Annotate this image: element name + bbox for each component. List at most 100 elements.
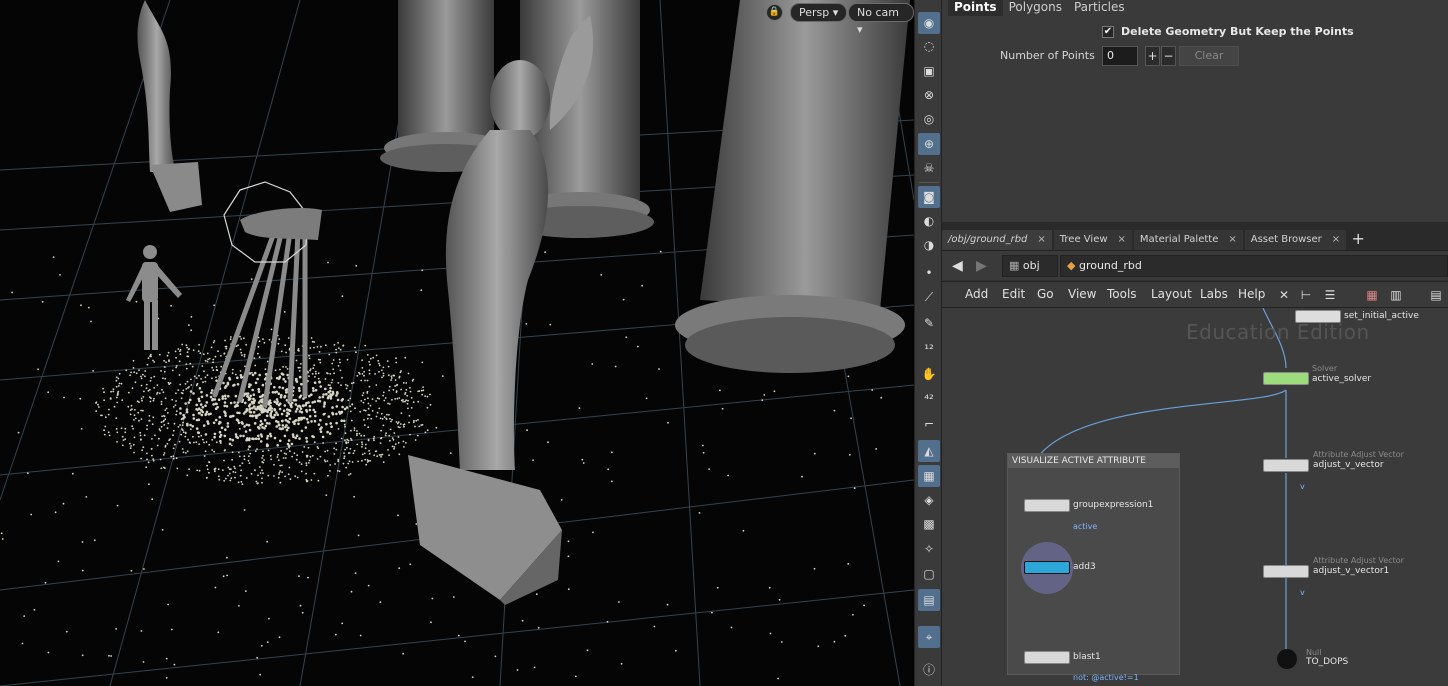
list-icon[interactable]: ☰ xyxy=(1322,287,1338,303)
camera-icon[interactable]: ◙ xyxy=(918,186,940,208)
magnify-icon[interactable]: ◎ xyxy=(918,108,940,130)
close-icon[interactable]: × xyxy=(1332,230,1340,250)
eye-icon[interactable]: ◉ xyxy=(918,12,940,34)
menu-tools[interactable]: Tools xyxy=(1107,287,1137,301)
close-icon[interactable]: × xyxy=(1037,230,1045,250)
node-type: Null xyxy=(1306,648,1322,657)
menu-edit[interactable]: Edit xyxy=(1002,287,1025,301)
render-view-icon[interactable]: ▤ xyxy=(918,589,940,611)
breadcrumb-node[interactable]: ◆ ground_rbd xyxy=(1060,255,1448,277)
node-adjust-v-vector1[interactable] xyxy=(1263,565,1309,578)
node-adjust-v-vector[interactable] xyxy=(1263,459,1309,472)
network-tabs: /obj/ground_rbd × Tree View × Material P… xyxy=(942,228,1448,250)
number-12-icon[interactable]: ¹² xyxy=(918,338,940,360)
geometry-icon: ◆ xyxy=(1067,259,1079,272)
viewport-toolbar: ◉ ◌ ▣ ⊗ ◎ ⊕ ☠ ◙ ◐ ◑ • ⟋ ✎ ¹² ✋ ⁴² ⌐ ◭ ▦ … xyxy=(914,0,942,686)
tab-polygons[interactable]: Polygons xyxy=(1002,0,1068,16)
pin-icon[interactable]: ⊕ xyxy=(918,133,940,155)
node-sub: v xyxy=(1300,588,1305,597)
forward-arrow-icon[interactable]: ▶ xyxy=(976,258,987,274)
texture-icon[interactable]: ▩ xyxy=(918,513,940,535)
delete-geometry-checkbox[interactable]: ✔ xyxy=(1102,26,1114,38)
edge-icon[interactable]: ⟋ xyxy=(918,286,940,308)
right-panels: Points Polygons Particles ✔ Delete Geome… xyxy=(942,0,1448,686)
number-42-icon[interactable]: ⁴² xyxy=(918,388,940,410)
delete-geometry-label: Delete Geometry But Keep the Points xyxy=(1121,25,1354,38)
wrench-icon[interactable]: ✕ xyxy=(1276,287,1292,303)
node-type: Attribute Adjust Vector xyxy=(1313,556,1404,565)
close-icon[interactable]: × xyxy=(1118,230,1126,250)
network-menubar: Add Edit Go View Tools Layout Labs Help … xyxy=(942,281,1448,308)
info-icon[interactable]: ⓘ xyxy=(918,659,940,681)
tree-icon[interactable]: ⊢ xyxy=(1298,287,1314,303)
tab-material-palette[interactable]: Material Palette × xyxy=(1133,230,1243,250)
grid-icon[interactable]: ▥ xyxy=(1388,287,1404,303)
tab-particles[interactable]: Particles xyxy=(1067,0,1131,16)
close-icon[interactable]: × xyxy=(1228,230,1236,250)
wireframe-icon[interactable]: ▦ xyxy=(918,465,940,487)
add-tab-button[interactable]: + xyxy=(1348,230,1368,250)
corner-icon[interactable]: ⌐ xyxy=(918,413,940,435)
axes-icon[interactable]: ✧ xyxy=(918,538,940,560)
breadcrumb-obj[interactable]: ▦ obj xyxy=(1002,255,1058,277)
node-set-initial-active[interactable] xyxy=(1295,310,1341,323)
viewport-scene xyxy=(0,0,914,686)
ghost-icon[interactable]: ◌ xyxy=(918,35,940,57)
node-label: active_solver xyxy=(1312,374,1372,384)
chevron-down-icon: ▾ xyxy=(857,23,863,36)
display-eye-icon[interactable]: ◑ xyxy=(918,234,940,256)
camera-menu[interactable]: No cam ▾ xyxy=(848,3,914,36)
node-sub: not: @active!=1 xyxy=(1073,673,1139,682)
color-palette-icon[interactable]: ▦ xyxy=(1364,287,1380,303)
tab-asset-browser[interactable]: Asset Browser × xyxy=(1244,230,1347,250)
breadcrumb-obj-label: obj xyxy=(1022,259,1040,272)
snap-icon[interactable]: ⊗ xyxy=(918,84,940,106)
tab-tree-view[interactable]: Tree View × xyxy=(1053,230,1132,250)
3d-viewport[interactable]: 🔒 Persp ▾ No cam ▾ xyxy=(0,0,914,686)
network-editor[interactable]: Education Edition set_initial_active Sol… xyxy=(942,308,1448,686)
clear-button[interactable]: Clear xyxy=(1179,46,1239,66)
education-watermark: Education Edition xyxy=(1186,320,1370,344)
point-icon[interactable]: • xyxy=(918,262,940,284)
menu-help[interactable]: Help xyxy=(1238,287,1265,301)
breadcrumb-node-label: ground_rbd xyxy=(1078,259,1142,272)
brush-icon[interactable]: ✎ xyxy=(918,312,940,334)
node-type: Solver xyxy=(1312,364,1338,373)
menu-add[interactable]: Add xyxy=(965,287,988,301)
lock-icon[interactable]: 🔒 xyxy=(766,4,783,21)
camera-label: No cam xyxy=(857,6,899,19)
location-icon[interactable]: ⌖ xyxy=(918,626,940,648)
node-label: adjust_v_vector1 xyxy=(1313,566,1390,576)
node-to-dops[interactable] xyxy=(1277,649,1297,669)
menu-go[interactable]: Go xyxy=(1037,287,1054,301)
persp-camera-menu[interactable]: Persp ▾ xyxy=(790,3,848,22)
cube-icon[interactable]: ◈ xyxy=(918,489,940,511)
number-of-points-label: Number of Points xyxy=(1000,49,1095,62)
tab-label: Material Palette xyxy=(1139,234,1219,245)
node-active-solver[interactable] xyxy=(1263,372,1309,385)
node-sub: v xyxy=(1300,482,1305,491)
menu-labs[interactable]: Labs xyxy=(1200,287,1228,301)
node-blast1[interactable] xyxy=(1024,651,1070,664)
tab-label: /obj/ground_rbd xyxy=(948,234,1028,245)
skull-icon[interactable]: ☠ xyxy=(918,157,940,179)
menu-view[interactable]: View xyxy=(1068,287,1096,301)
hand-icon[interactable]: ✋ xyxy=(918,363,940,385)
menu-layout[interactable]: Layout xyxy=(1151,287,1192,301)
tab-obj-ground-rbd[interactable]: /obj/ground_rbd × xyxy=(942,230,1052,250)
decrement-button[interactable]: − xyxy=(1161,46,1176,66)
shaded-icon[interactable]: ◭ xyxy=(918,440,940,462)
number-of-points-field[interactable]: 0 xyxy=(1102,46,1138,66)
network-icon: ▦ xyxy=(1009,259,1023,272)
lock-view-icon[interactable]: ▣ xyxy=(918,60,940,82)
node-groupexpression1[interactable] xyxy=(1024,499,1070,512)
increment-button[interactable]: + xyxy=(1145,46,1160,66)
back-arrow-icon[interactable]: ◀ xyxy=(952,258,963,274)
node-label: set_initial_active xyxy=(1344,311,1419,321)
panel-icon[interactable]: ▤ xyxy=(1428,287,1444,303)
square-icon[interactable]: ▢ xyxy=(918,563,940,585)
paint-eye-icon[interactable]: ◐ xyxy=(918,210,940,232)
tab-points[interactable]: Points xyxy=(948,0,1003,16)
node-sub: active xyxy=(1073,522,1098,531)
node-add3[interactable] xyxy=(1024,561,1070,574)
